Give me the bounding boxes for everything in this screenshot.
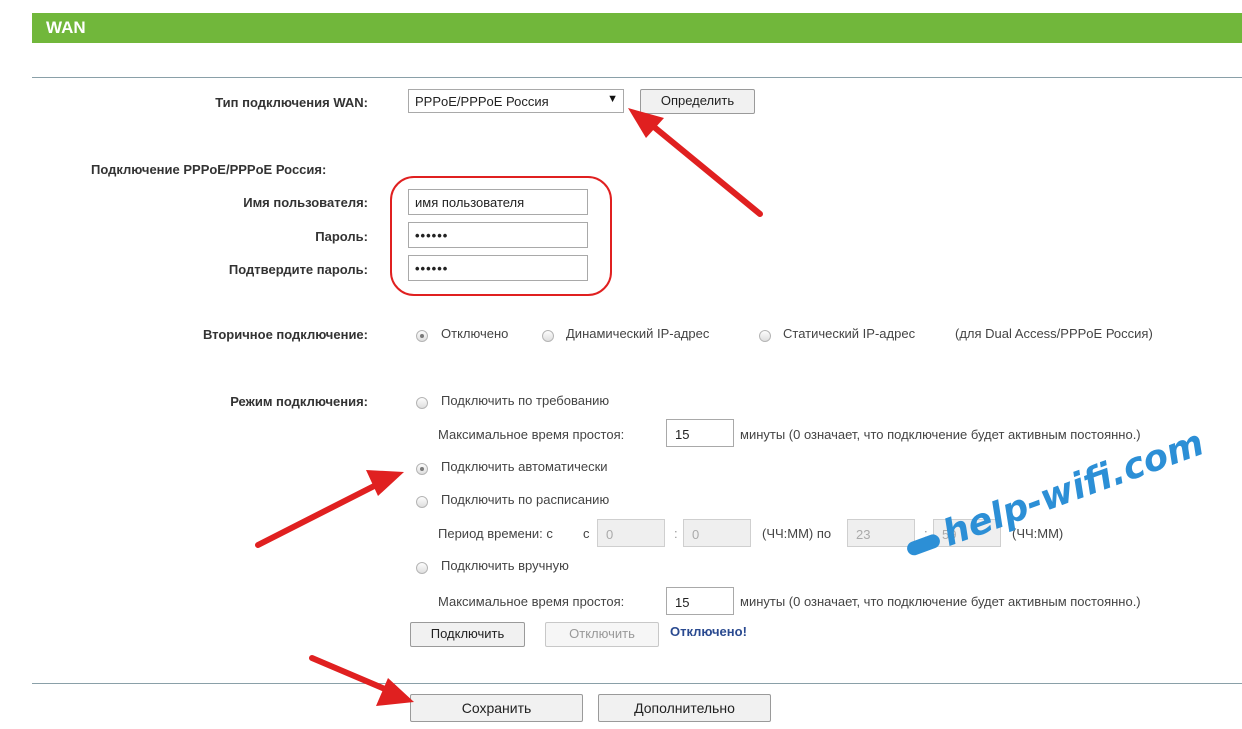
arrow-to-save: [309, 655, 395, 695]
router-icon: [905, 532, 942, 558]
annotation-arrows: [255, 108, 763, 706]
arrow-to-auto-mode: [255, 479, 385, 548]
arrow-to-wan-type: [645, 119, 763, 217]
